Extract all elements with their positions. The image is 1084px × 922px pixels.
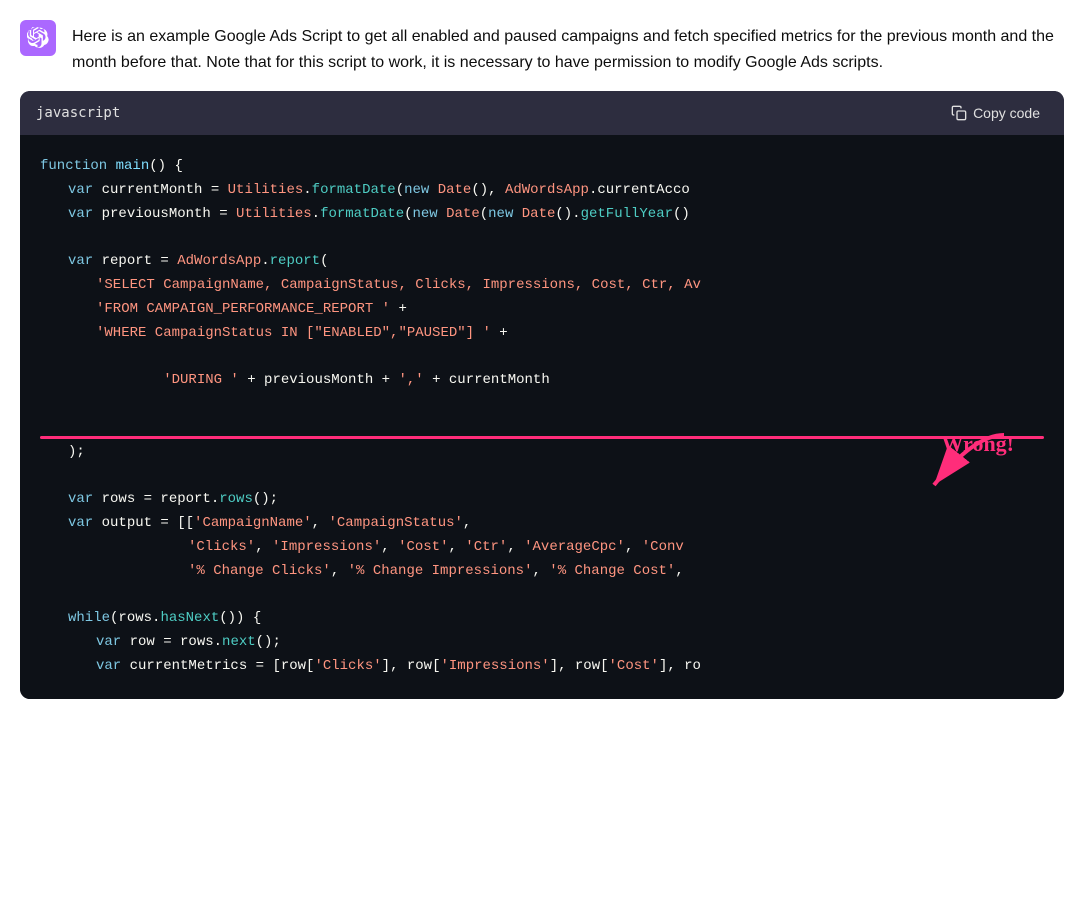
message-text: Here is an example Google Ads Script to … bbox=[72, 20, 1064, 75]
code-block-wrapper: javascript Copy code function main() { v… bbox=[20, 91, 1064, 699]
code-line-15: '% Change Clicks', '% Change Impressions… bbox=[40, 560, 1044, 584]
code-line-17: while(rows.hasNext()) { bbox=[40, 607, 1044, 631]
code-line-19: var currentMetrics = [row['Clicks'], row… bbox=[40, 655, 1044, 679]
copy-code-label: Copy code bbox=[973, 105, 1040, 121]
wrong-label: Wrong! bbox=[941, 425, 1014, 462]
code-line-2: var currentMonth = Utilities.formatDate(… bbox=[40, 179, 1044, 203]
code-content: function main() { var currentMonth = Uti… bbox=[20, 135, 1064, 699]
message-header: Here is an example Google Ads Script to … bbox=[0, 0, 1084, 91]
avatar bbox=[20, 20, 56, 56]
code-line-12: var rows = report.rows(); bbox=[40, 488, 1044, 512]
clipboard-icon bbox=[951, 105, 967, 121]
code-line-16 bbox=[40, 584, 1044, 608]
chat-container: Here is an example Google Ads Script to … bbox=[0, 0, 1084, 719]
code-line-8: 'WHERE CampaignStatus IN ["ENABLED","PAU… bbox=[40, 322, 1044, 346]
code-language-label: javascript bbox=[36, 105, 120, 121]
code-line-6: 'SELECT CampaignName, CampaignStatus, Cl… bbox=[40, 274, 1044, 298]
code-line-3: var previousMonth = Utilities.formatDate… bbox=[40, 203, 1044, 227]
code-line-1: function main() { bbox=[40, 155, 1044, 179]
code-line-18: var row = rows.next(); bbox=[40, 631, 1044, 655]
openai-logo-icon bbox=[27, 27, 49, 49]
code-line-13: var output = [['CampaignName', 'Campaign… bbox=[40, 512, 1044, 536]
code-line-5: var report = AdWordsApp.report( bbox=[40, 250, 1044, 274]
code-header: javascript Copy code bbox=[20, 91, 1064, 135]
code-line-14: 'Clicks', 'Impressions', 'Cost', 'Ctr', … bbox=[40, 536, 1044, 560]
code-line-4 bbox=[40, 227, 1044, 251]
copy-code-button[interactable]: Copy code bbox=[943, 101, 1048, 125]
code-line-7: 'FROM CAMPAIGN_PERFORMANCE_REPORT ' + bbox=[40, 298, 1044, 322]
code-line-11 bbox=[40, 465, 1044, 489]
